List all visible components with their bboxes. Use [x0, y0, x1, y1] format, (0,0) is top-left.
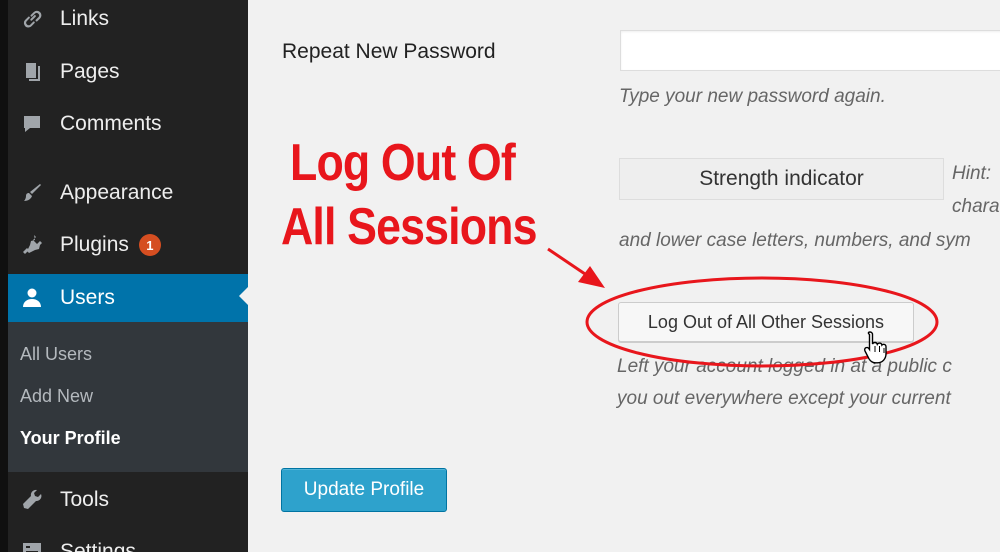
sidebar-item-pages[interactable]: Pages	[8, 50, 248, 94]
hand-cursor-icon	[863, 331, 887, 364]
pages-icon	[18, 58, 46, 86]
paintbrush-icon	[18, 179, 46, 207]
current-menu-arrow	[239, 287, 248, 305]
sidebar-item-plugins[interactable]: Plugins 1	[8, 223, 248, 267]
admin-sidebar: Links Pages Comments Appearance Plugins …	[0, 0, 248, 552]
password-hint-label: Hint:	[952, 163, 992, 184]
password-hint-line3: and lower case letters, numbers, and sym	[619, 230, 971, 251]
annotation-title-line2: All Sessions	[281, 198, 537, 256]
annotation-title-line1: Log Out Of	[290, 134, 516, 192]
sidebar-item-tools[interactable]: Tools	[8, 478, 248, 522]
users-submenu: All Users Add New Your Profile	[8, 322, 248, 472]
profile-form-area: Repeat New Password Type your new passwo…	[248, 0, 1000, 552]
wrench-icon	[18, 486, 46, 514]
sidebar-item-comments[interactable]: Comments	[8, 102, 248, 146]
submenu-all-users[interactable]: All Users	[20, 344, 92, 365]
repeat-password-label: Repeat New Password	[282, 40, 496, 63]
update-profile-button[interactable]: Update Profile	[281, 468, 447, 512]
sidebar-item-appearance[interactable]: Appearance	[8, 171, 248, 215]
password-hint-line2: chara	[952, 196, 1000, 217]
strength-indicator: Strength indicator	[619, 158, 944, 200]
comment-icon	[18, 110, 46, 138]
sidebar-item-settings[interactable]: Settings	[8, 530, 248, 552]
sessions-description-line1: Left your account logged in at a public …	[617, 356, 952, 377]
sidebar-item-label: Tools	[60, 488, 110, 511]
sidebar-edge	[0, 0, 8, 552]
submenu-your-profile[interactable]: Your Profile	[20, 428, 121, 449]
repeat-password-hint: Type your new password again.	[619, 86, 886, 107]
sidebar-item-label: Links	[60, 7, 110, 30]
repeat-password-input[interactable]	[620, 30, 1000, 71]
sidebar-item-label: Comments	[60, 112, 162, 135]
sidebar-item-users[interactable]: Users	[8, 274, 248, 322]
submenu-add-new[interactable]: Add New	[20, 386, 93, 407]
sidebar-item-links[interactable]: Links	[8, 0, 248, 41]
plugin-icon	[18, 231, 46, 259]
sidebar-item-label: Pages	[60, 60, 120, 83]
sidebar-item-label: Settings	[60, 540, 136, 552]
sidebar-item-label: Users	[60, 286, 115, 309]
sessions-description-line2: you out everywhere except your current	[617, 388, 951, 409]
update-count-badge: 1	[138, 234, 161, 256]
link-icon	[18, 5, 46, 33]
sidebar-item-label: Plugins	[60, 233, 129, 256]
settings-icon	[18, 538, 46, 552]
user-icon	[18, 284, 46, 312]
sidebar-item-label: Appearance	[60, 181, 174, 204]
